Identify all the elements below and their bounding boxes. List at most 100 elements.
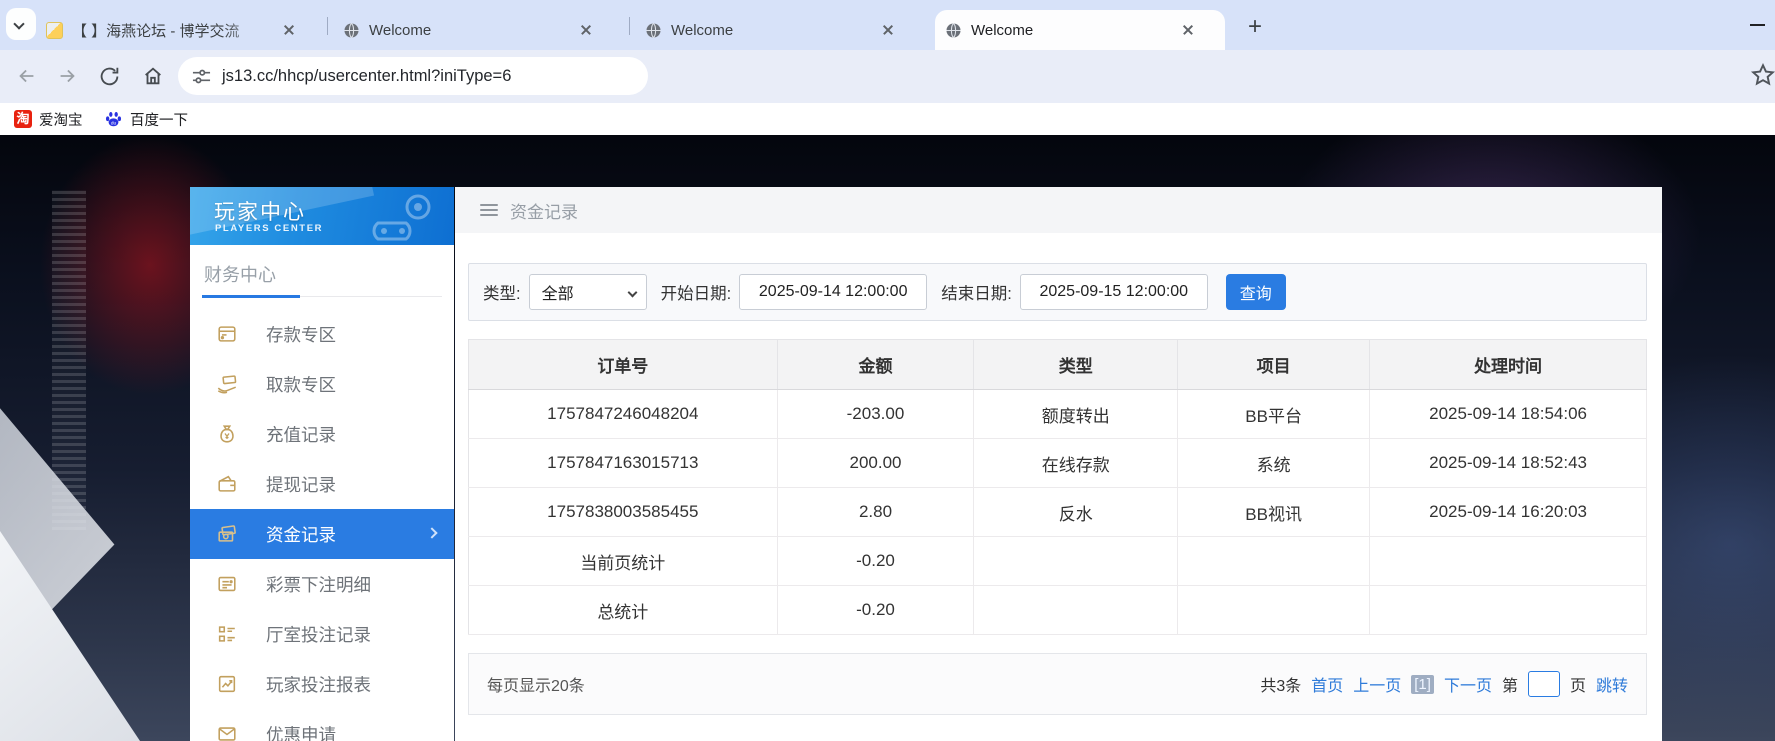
table-row-page-total: 当前页统计 -0.20 (468, 536, 1647, 586)
sidebar-item-deposit-zone[interactable]: 存款专区 (190, 309, 454, 359)
sidebar-item-label: 提现记录 (266, 474, 336, 495)
globe-icon (946, 22, 961, 38)
minimize-icon[interactable] (1750, 24, 1765, 26)
close-icon[interactable] (577, 21, 595, 39)
close-icon[interactable] (280, 21, 298, 39)
sidebar-item-fund-records[interactable]: 资金记录 (190, 509, 454, 559)
tab-divider (629, 17, 630, 35)
tab-title: Welcome (369, 21, 432, 39)
report-chart-icon (218, 675, 236, 693)
sidebar: 玩家中心 PLAYERS CENTER 财务中心 存款专区 取款专区 充值记录 … (190, 187, 454, 741)
money-bag-icon (220, 425, 234, 443)
home-icon[interactable] (138, 61, 168, 91)
tab-welcome-2[interactable]: Welcome (635, 10, 927, 50)
envelope-icon (218, 727, 236, 741)
search-button[interactable]: 查询 (1225, 274, 1286, 310)
globe-icon (344, 22, 359, 38)
bookmark-taobao[interactable]: 淘 爱淘宝 (8, 106, 89, 132)
deposit-card-icon (218, 326, 236, 342)
address-bar[interactable]: js13.cc/hhcp/usercenter.html?iniType=6 (178, 57, 648, 95)
finance-section: 财务中心 (190, 245, 454, 298)
sidebar-item-label: 玩家投注报表 (266, 674, 371, 695)
bookmark-baidu[interactable]: du 百度一下 (98, 106, 194, 132)
cell-type: 反水 (973, 487, 1179, 537)
cell-empty (973, 585, 1179, 635)
sidebar-item-recharge-records[interactable]: 充值记录 (190, 409, 454, 459)
tab-welcome-active[interactable]: Welcome (935, 10, 1225, 50)
cell-empty (973, 536, 1179, 586)
funds-icon (218, 525, 236, 542)
sidebar-item-withdraw-zone[interactable]: 取款专区 (190, 359, 454, 409)
players-center-title: 玩家中心 (214, 201, 306, 224)
cell-empty (1369, 585, 1647, 635)
cell-empty (1177, 536, 1371, 586)
sidebar-item-withdrawal-records[interactable]: 提现记录 (190, 459, 454, 509)
players-center-subtitle: PLAYERS CENTER (215, 223, 324, 234)
bookmark-star-icon[interactable] (1750, 62, 1775, 90)
list-card-icon (218, 576, 236, 592)
type-label: 类型: (483, 285, 521, 303)
url-text[interactable]: js13.cc/hhcp/usercenter.html?iniType=6 (222, 67, 511, 86)
browser-tab-strip: 【 】海燕论坛 - 博学交流 Welcome Welcome Welcome + (0, 0, 1775, 50)
next-page-link[interactable]: 下一页 (1444, 672, 1492, 696)
column-header: 处理时间 (1369, 339, 1647, 390)
chevron-down-icon (13, 18, 25, 30)
cell-order-no: 1757847163015713 (468, 438, 778, 488)
tab-haiyan-forum[interactable]: 【 】海燕论坛 - 博学交流 (36, 10, 324, 50)
type-select[interactable]: 全部 (528, 274, 647, 310)
tab-divider (327, 17, 328, 35)
start-date-input[interactable] (739, 274, 928, 310)
first-page-link[interactable]: 首页 (1311, 672, 1343, 696)
bookmarks-bar: 淘 爱淘宝 du 百度一下 (0, 103, 1775, 135)
sidebar-item-promo-apply[interactable]: 优惠申请 (190, 709, 454, 741)
sidebar-item-label: 取款专区 (266, 374, 336, 395)
end-date-input[interactable] (1019, 274, 1208, 310)
sidebar-item-label: 存款专区 (266, 324, 336, 345)
sidebar-item-label: 优惠申请 (266, 724, 336, 741)
cell-type: 额度转出 (973, 389, 1179, 439)
column-header: 金额 (776, 339, 975, 390)
cell-empty (1369, 536, 1647, 586)
cell-type: 在线存款 (973, 438, 1179, 488)
prev-page-link[interactable]: 上一页 (1353, 672, 1401, 696)
reload-icon[interactable] (94, 61, 124, 91)
close-icon[interactable] (879, 21, 897, 39)
cell-amount: -203.00 (776, 389, 975, 439)
cell-amount: 200.00 (776, 438, 975, 488)
jump-prefix: 第 (1501, 678, 1518, 695)
bookmark-label: 爱淘宝 (39, 112, 83, 129)
cell-item: BB视讯 (1177, 487, 1371, 537)
cell-label: 总统计 (468, 585, 778, 635)
menu-toggle-icon[interactable] (480, 203, 498, 217)
sidebar-item-label: 彩票下注明细 (266, 574, 371, 595)
page-jump-input[interactable] (1527, 671, 1560, 697)
cell-amount: -0.20 (776, 585, 975, 635)
svg-text:du: du (111, 120, 117, 126)
fund-records-table: 订单号 金额 类型 项目 处理时间 1757847246048204 -203.… (468, 339, 1647, 635)
close-icon[interactable] (1179, 21, 1197, 39)
hand-cash-icon (217, 375, 237, 394)
tab-welcome-1[interactable]: Welcome (333, 10, 625, 50)
tab-title: 【 】海燕论坛 - 博学交流 (72, 22, 240, 40)
sidebar-item-lottery-bets[interactable]: 彩票下注明细 (190, 559, 454, 609)
back-icon[interactable] (12, 61, 42, 91)
tab-search-button[interactable] (6, 8, 36, 40)
forward-icon[interactable] (52, 61, 82, 91)
pagination-bar: 每页显示20条 共3条 首页 上一页 [1] 下一页 第 页 跳转 (468, 653, 1647, 715)
end-date-label: 结束日期: (941, 285, 1012, 303)
column-header: 类型 (973, 339, 1179, 390)
table-row: 1757847163015713 200.00 在线存款 系统 2025-09-… (468, 438, 1647, 488)
current-page-badge: [1] (1411, 674, 1434, 694)
tab-title: Welcome (671, 21, 734, 39)
chevron-down-icon (627, 287, 638, 298)
per-page-text: 每页显示20条 (487, 678, 585, 695)
hall-list-icon (218, 626, 235, 642)
chevron-right-icon (426, 527, 438, 539)
site-settings-icon[interactable] (192, 68, 211, 85)
sidebar-item-hall-bet-records[interactable]: 厅室投注记录 (190, 609, 454, 659)
filter-bar: 类型: 全部 开始日期: 结束日期: 查询 (468, 263, 1647, 321)
new-tab-button[interactable]: + (1238, 12, 1272, 42)
sidebar-item-player-bet-report[interactable]: 玩家投注报表 (190, 659, 454, 709)
content-header: 资金记录 (455, 187, 1662, 233)
jump-button[interactable]: 跳转 (1596, 672, 1628, 696)
